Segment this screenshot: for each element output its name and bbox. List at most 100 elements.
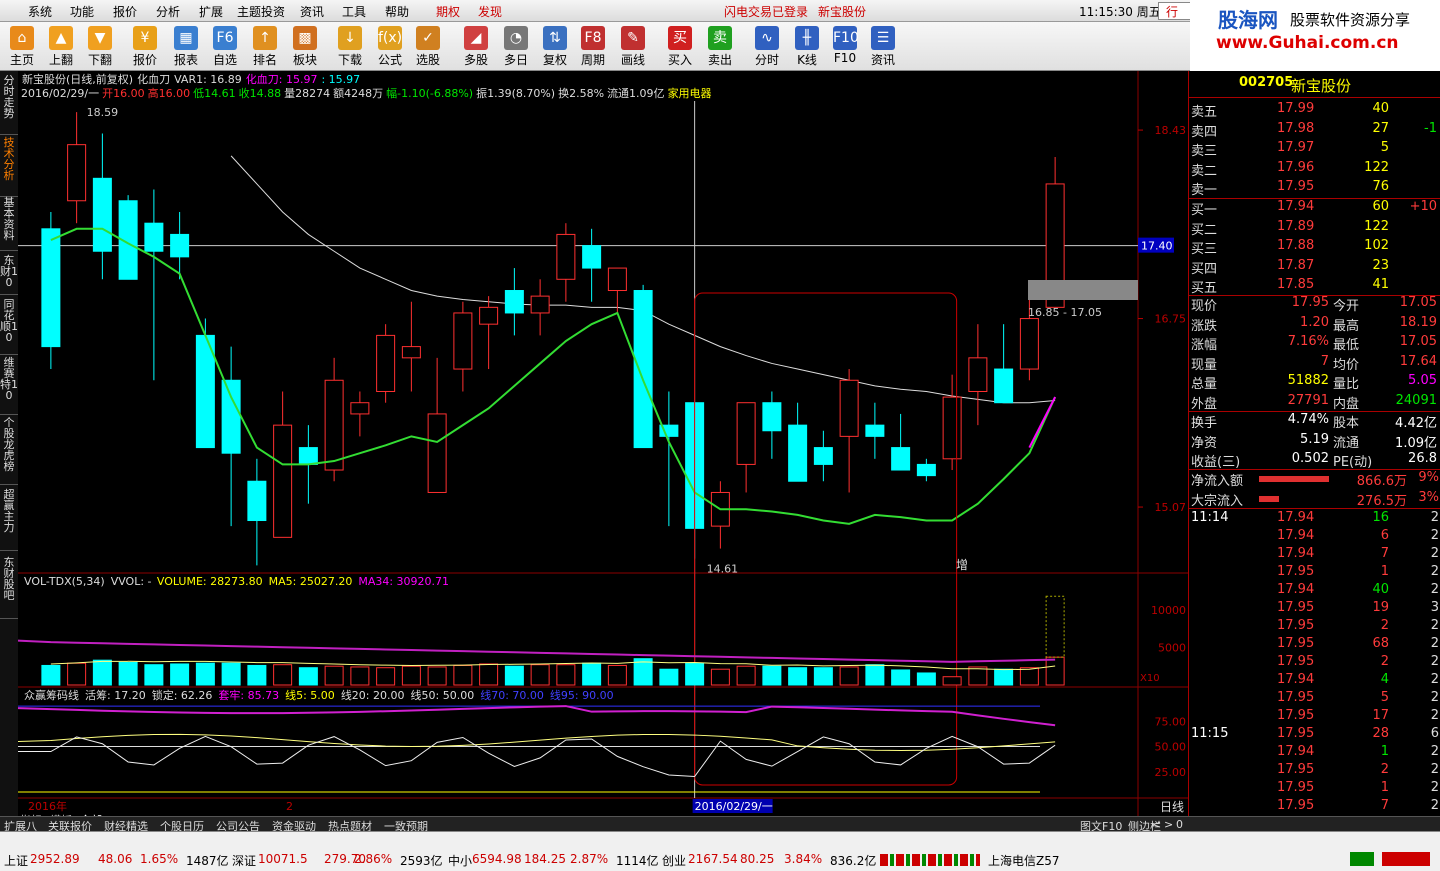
left-tab-8[interactable]: 东财股吧 [0,557,18,619]
menu-item-4[interactable]: 扩展 [199,3,223,20]
toolbar-button-5[interactable]: F6 自选 [206,24,244,68]
toolbar-button-17[interactable]: 卖卖出 [701,24,739,68]
side-tab-4[interactable]: 0 [1176,818,1183,831]
left-tab-3[interactable]: 东财10 [0,255,18,295]
vol-header-ma34: MA34: 30920.71 [358,575,449,588]
tick-volume-15: 1 [1380,780,1389,795]
toolbar-button-9[interactable]: f(x) 公式 [371,24,409,68]
toolbar-button-3[interactable]: ¥ 报价 [126,24,164,68]
toolbar-button-15[interactable]: ✎ 画线 [614,24,652,68]
flow-value-0: 866.6万 [1356,474,1407,489]
tick-price-16: 17.95 [1277,798,1315,813]
candle-body [324,379,344,471]
left-tab-0[interactable]: 分时走势 [0,75,18,135]
left-tab-7[interactable]: 超赢主力 [0,489,18,551]
candle-body [273,424,293,538]
chip-header-x70: 线70: 70.00 [480,688,544,702]
toolbar-button-16[interactable]: 买买入 [661,24,699,68]
flow-label-1: 大宗流入 [1191,493,1244,509]
left-tab-1[interactable]: 技术分析 [0,137,18,197]
tick-count-4: 2 [1430,582,1439,597]
toolbar-button-18[interactable]: ∿ 分时 [748,24,786,68]
menu-item-0[interactable]: 系统 [28,3,52,20]
tick-price-9: 17.94 [1277,672,1315,687]
tick-count-7: 2 [1430,636,1439,651]
market-breadth-bar [880,854,980,866]
tick-count-16: 2 [1430,798,1439,813]
side-tab-2[interactable]: < [1152,818,1161,831]
index-sh-percent: 1.65% [140,852,179,866]
menu-item-1[interactable]: 功能 [70,3,94,20]
menu-item-8[interactable]: 帮助 [385,3,409,20]
toolbar-button-4[interactable]: ▦ 报表 [167,24,205,68]
ask-volume-2: 5 [1380,140,1389,155]
toolbar-label-3: 报价 [132,53,157,67]
date-cursor-label: 2016/02/29/一 [695,800,773,813]
high-annotation: 18.59 [87,106,119,119]
left-tab-5[interactable]: 维赛特10 [0,357,18,415]
side-tab-3[interactable]: > [1164,818,1173,831]
candle-body [41,228,61,348]
toolbar-label-12: 多日 [503,53,528,67]
kline-chart-svg[interactable]: 18.43 16.75 15.07 17.40 18.59 14.61 16.85 - 17… [17,71,1190,827]
volume-bar [891,669,911,686]
menu-item-6[interactable]: 资讯 [300,3,324,20]
menu-item-7[interactable]: 工具 [342,3,366,20]
toolbar-button-7[interactable]: ▩ 板块 [286,24,324,68]
header-hxd: 化血刀: 15.97 [246,72,318,86]
toolbar-button-1[interactable]: ▲ 上翻 [42,24,80,68]
toolbar-button-21[interactable]: ☰ 资讯 [864,24,902,68]
candle-body [633,290,653,449]
server-status: 上海电信Z57 [988,854,1060,868]
index-cy-label[interactable]: 创业 [662,852,686,869]
toolbar-button-20[interactable]: F10 F10 [826,24,864,68]
index-sz-label[interactable]: 深证 [232,852,256,869]
toolbar-button-11[interactable]: ◢ 多股 [457,24,495,68]
bid-label-2: 买三 [1191,242,1218,257]
left-tab-2[interactable]: 基本资料 [0,197,18,251]
toolbar-button-14[interactable]: F8 周期 [574,24,612,68]
toolbar-label-1: 上翻 [48,53,73,67]
ask-label-0: 卖五 [1191,105,1218,120]
menu-item-5[interactable]: 主题投资 [237,3,285,20]
candle-body [607,267,627,292]
menu-item-3[interactable]: 分析 [156,3,180,20]
toolbar-icon-15: ✎ [621,26,645,50]
toolbar-button-19[interactable]: ╫ K线 [788,24,826,68]
flow-label-0: 净流入额 [1191,474,1244,489]
tick-volume-13: 1 [1380,744,1389,759]
left-tab-4[interactable]: 同花顺10 [0,299,18,355]
toolbar-button-0[interactable]: ⌂ 主页 [3,24,41,68]
candle-body [968,357,988,392]
status-indicators [1350,852,1430,866]
left-tab-6[interactable]: 个股龙虎榜 [0,417,18,485]
header-name: 新宝股份(日线,前复权) [22,72,133,86]
chip-axis-label: 75.00 [1155,715,1187,728]
toolbar-button-12[interactable]: ◔ 多日 [497,24,535,68]
quote-divider [1189,508,1440,509]
index-zx-label[interactable]: 中小 [448,852,472,869]
index-sh-label[interactable]: 上证 [4,852,28,869]
toolbar-button-2[interactable]: ▼ 下翻 [81,24,119,68]
candle-body [582,245,602,269]
chart-header-2: 2016/02/29/一 开16.00 高16.00 低14.61 收14.88 量282… [21,86,712,100]
stat-value2-4: 5.05 [1408,373,1437,388]
menu-tab-options[interactable]: 期权 [436,3,460,20]
menu-tab-discover[interactable]: 发现 [478,3,502,20]
tick-count-13: 2 [1430,744,1439,759]
toolbar-button-13[interactable]: ⇅ 复权 [536,24,574,68]
menu-item-2[interactable]: 报价 [113,3,137,20]
toolbar-button-10[interactable]: ✓ 选股 [409,24,447,68]
kline-chart[interactable]: 18.43 16.75 15.07 17.40 18.59 14.61 16.85 - 17… [17,71,1190,827]
toolbar-button-6[interactable]: ↑ 排名 [246,24,284,68]
tick-price-4: 17.94 [1277,582,1315,597]
stat2-value2-1: 1.09亿 [1395,435,1437,451]
toolbar-button-8[interactable]: ↓ 下载 [331,24,369,68]
stat2-label2-1: 流通 [1333,435,1360,451]
bid-volume-4: 41 [1372,277,1389,292]
ask-price-4: 17.95 [1277,179,1315,194]
volume-bar [556,664,576,686]
vol-axis-label: 5000 [1158,641,1186,654]
stat-label-3: 现量 [1191,357,1218,373]
bid-price-4: 17.85 [1277,277,1315,292]
